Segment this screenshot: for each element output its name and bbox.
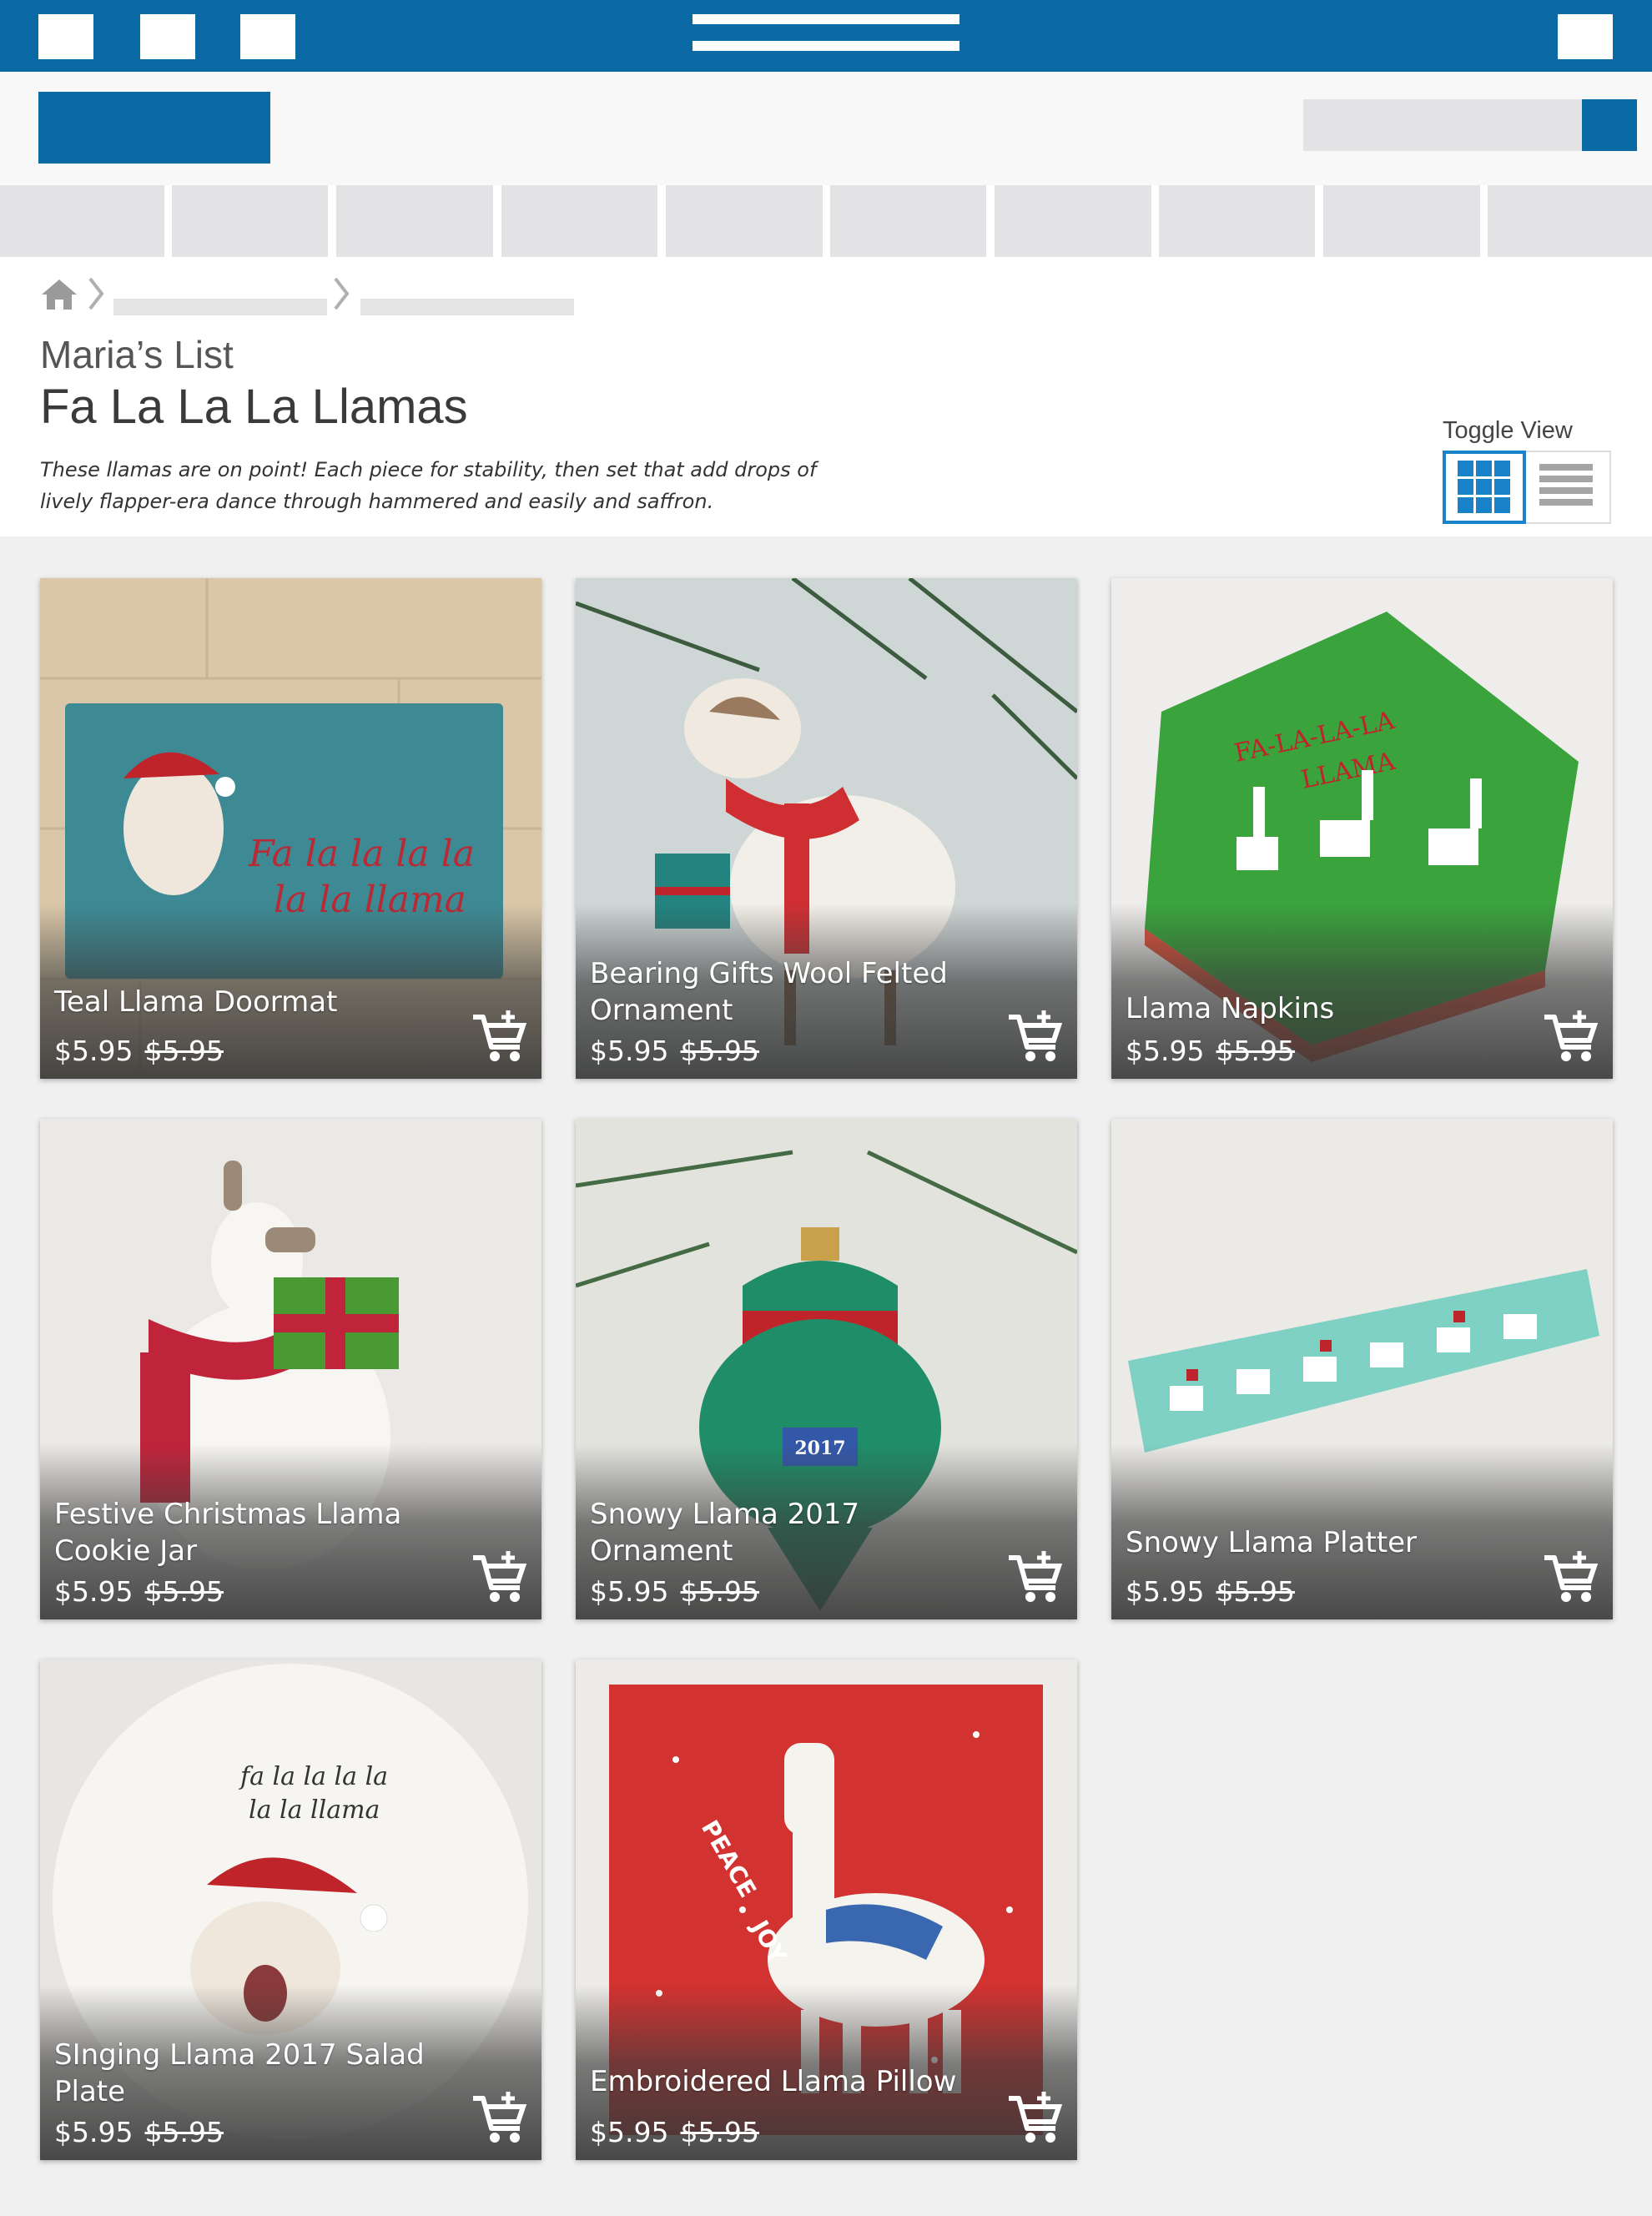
product-price: $5.95 $5.95 bbox=[1126, 1035, 1295, 1067]
product-was-price: $5.95 bbox=[1216, 1035, 1295, 1067]
product-price: $5.95 $5.95 bbox=[590, 2116, 759, 2148]
product-card[interactable]: PEACE JOY Embroidered Llama Pillow $5.95… bbox=[576, 1659, 1077, 2160]
list-view-button[interactable] bbox=[1526, 451, 1611, 524]
nav-tab-7[interactable] bbox=[995, 185, 1151, 257]
product-card[interactable]: Bearing Gifts Wool Felted Ornament $5.95… bbox=[576, 578, 1077, 1079]
nav-tab-10[interactable] bbox=[1488, 185, 1652, 257]
product-was-price: $5.95 bbox=[680, 1035, 759, 1067]
category-nav bbox=[0, 185, 1652, 257]
grid-icon bbox=[1458, 461, 1510, 513]
product-name[interactable]: Llama Napkins bbox=[1126, 990, 1518, 1027]
product-was-price: $5.95 bbox=[1216, 1575, 1295, 1608]
product-price: $5.95 $5.95 bbox=[54, 2116, 224, 2148]
nav-tab-4[interactable] bbox=[501, 185, 657, 257]
add-to-cart-icon[interactable] bbox=[1005, 2090, 1065, 2145]
product-price: $5.95 $5.95 bbox=[54, 1035, 224, 1067]
top-bar-button-3[interactable] bbox=[240, 14, 295, 59]
product-name[interactable]: Teal Llama Doormat bbox=[54, 984, 446, 1020]
list-icon bbox=[1539, 464, 1593, 506]
top-bar-button-right[interactable] bbox=[1558, 14, 1613, 59]
breadcrumb bbox=[40, 274, 624, 315]
product-name[interactable]: SInging Llama 2017 Salad Plate bbox=[54, 2037, 446, 2110]
add-to-cart-icon[interactable] bbox=[470, 1009, 530, 1064]
product-name[interactable]: Bearing Gifts Wool Felted Ornament bbox=[590, 955, 982, 1029]
home-icon[interactable] bbox=[40, 278, 78, 311]
product-was-price: $5.95 bbox=[144, 1035, 224, 1067]
site-logo[interactable] bbox=[38, 92, 270, 164]
product-name[interactable]: Snowy Llama 2017 Ornament bbox=[590, 1496, 982, 1569]
toggle-view-label: Toggle View bbox=[1443, 417, 1573, 444]
add-to-cart-icon[interactable] bbox=[470, 1549, 530, 1604]
product-card[interactable]: Fa la la la la la la llama Teal Llama Do… bbox=[40, 578, 541, 1079]
nav-tab-5[interactable] bbox=[666, 185, 823, 257]
search-bar bbox=[1303, 99, 1637, 151]
product-card[interactable]: fa la la la la la la llama SInging Llama… bbox=[40, 1659, 541, 2160]
add-to-cart-icon[interactable] bbox=[1541, 1549, 1601, 1604]
product-card[interactable]: Festive Christmas Llama Cookie Jar $5.95… bbox=[40, 1119, 541, 1619]
nav-tab-9[interactable] bbox=[1323, 185, 1480, 257]
product-price: $5.95 $5.95 bbox=[1126, 1575, 1295, 1608]
site-header bbox=[0, 72, 1652, 185]
product-name[interactable]: Festive Christmas Llama Cookie Jar bbox=[54, 1496, 446, 1569]
product-name[interactable]: Snowy Llama Platter bbox=[1126, 1524, 1518, 1561]
product-was-price: $5.95 bbox=[680, 1575, 759, 1608]
nav-tab-6[interactable] bbox=[830, 185, 986, 257]
plate-text-2: la la llama bbox=[249, 1795, 380, 1825]
product-price: $5.95 $5.95 bbox=[590, 1575, 759, 1608]
product-was-price: $5.95 bbox=[144, 1575, 224, 1608]
top-bar-button-2[interactable] bbox=[140, 14, 195, 59]
nav-tab-2[interactable] bbox=[172, 185, 328, 257]
menu-icon[interactable] bbox=[693, 14, 959, 54]
breadcrumb-link-2[interactable] bbox=[360, 299, 574, 315]
chevron-right-icon bbox=[334, 277, 350, 310]
product-price: $5.95 $5.95 bbox=[54, 1575, 224, 1608]
top-bar bbox=[0, 0, 1652, 72]
list-owner: Maria’s List bbox=[40, 333, 234, 376]
add-to-cart-icon[interactable] bbox=[1541, 1009, 1601, 1064]
product-was-price: $5.95 bbox=[144, 2116, 224, 2148]
nav-tab-8[interactable] bbox=[1159, 185, 1315, 257]
nav-tab-3[interactable] bbox=[336, 185, 493, 257]
doormat-text-1: Fa la la la la bbox=[248, 833, 475, 875]
nav-tab-1[interactable] bbox=[0, 185, 164, 257]
product-card[interactable]: Snowy Llama Platter $5.95 $5.95 bbox=[1111, 1119, 1613, 1619]
product-name[interactable]: Embroidered Llama Pillow bbox=[590, 2063, 982, 2100]
product-price: $5.95 $5.95 bbox=[590, 1035, 759, 1067]
grid-view-button[interactable] bbox=[1443, 451, 1526, 524]
add-to-cart-icon[interactable] bbox=[470, 2090, 530, 2145]
product-was-price: $5.95 bbox=[680, 2116, 759, 2148]
list-description: These llamas are on point! Each piece fo… bbox=[40, 458, 817, 513]
search-button[interactable] bbox=[1582, 99, 1637, 151]
page-title: Fa La La La Llamas bbox=[40, 380, 468, 434]
top-bar-button-1[interactable] bbox=[38, 14, 93, 59]
product-card[interactable]: 2017 Snowy Llama 2017 Ornament $5.95$5.9… bbox=[576, 1119, 1077, 1619]
plate-text-1: fa la la la la bbox=[239, 1762, 388, 1791]
product-card[interactable]: FA-LA-LA-LA LLAMA Llama Napkins $5.95 $5.… bbox=[1111, 578, 1613, 1079]
add-to-cart-icon[interactable] bbox=[1005, 1549, 1065, 1604]
chevron-right-icon bbox=[88, 277, 104, 310]
list-header: Maria’s List Fa La La La Llamas These ll… bbox=[0, 257, 1652, 536]
add-to-cart-icon[interactable] bbox=[1005, 1009, 1065, 1064]
search-input[interactable] bbox=[1303, 99, 1582, 151]
breadcrumb-link-1[interactable] bbox=[113, 299, 327, 315]
